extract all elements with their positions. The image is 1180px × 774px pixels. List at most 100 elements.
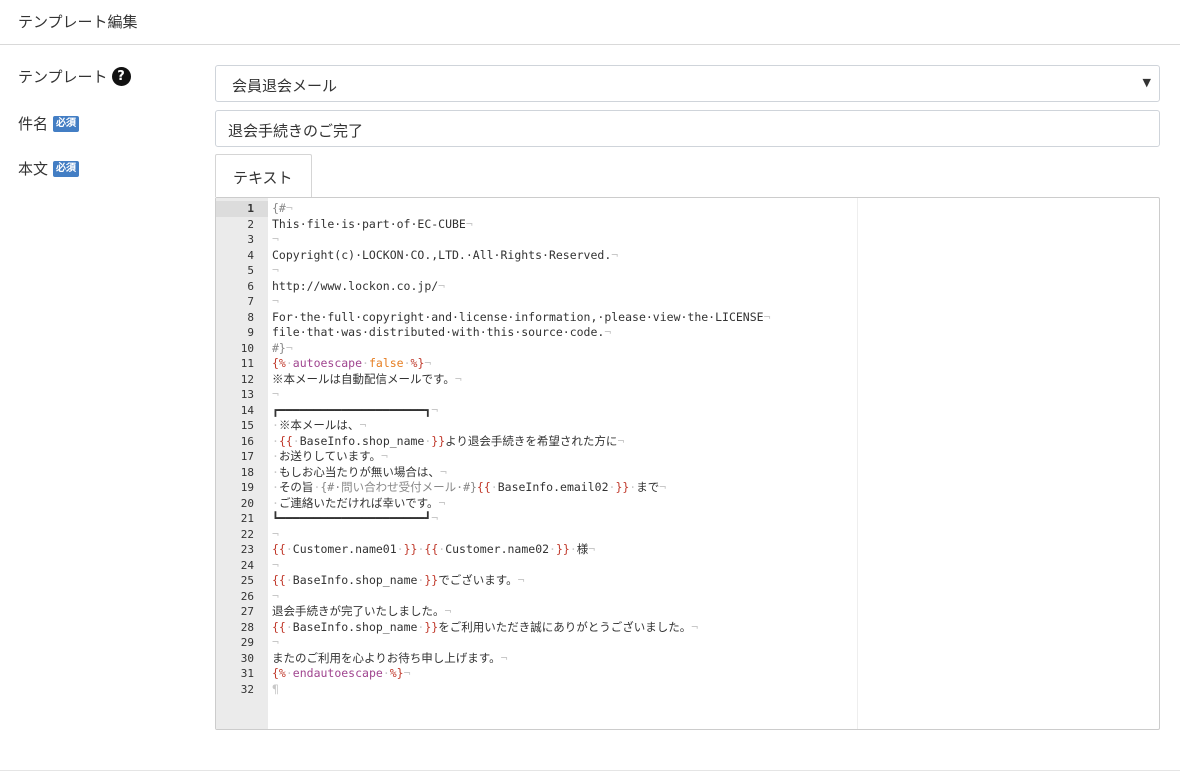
eol-marker: ¬ (444, 604, 452, 618)
eol-marker: ¬ (517, 573, 525, 587)
line-number: 30 (240, 651, 254, 665)
chevron-down-icon: ▼ (1142, 76, 1151, 89)
line-number: 26 (240, 589, 254, 603)
eol-marker: ¬ (272, 557, 279, 572)
eol-marker: ¬ (431, 402, 439, 417)
code-line[interactable]: 7 ¬ (216, 294, 1159, 310)
line-number: 19 (240, 481, 254, 494)
code-token: もしお心当たりが無い場合は、 (278, 464, 440, 479)
code-line[interactable]: 12 ※本メールは自動配信メールです。¬ (216, 372, 1159, 388)
code-line[interactable]: 14 ┏━━━━━━━━━━━━━━━━━━━━━┓¬ (216, 403, 1159, 419)
page-header: テンプレート編集 (0, 0, 1180, 45)
code-token: ご連絡いただければ幸いです。 (278, 495, 439, 510)
eol-marker: ¬ (431, 511, 439, 525)
code-line[interactable]: 26 ¬ (216, 589, 1159, 605)
code-line[interactable]: 29 ¬ (216, 635, 1159, 651)
template-select[interactable]: 会員退会メール ▼ (215, 65, 1160, 102)
code-line[interactable]: 18 ·もしお心当たりが無い場合は、¬ (216, 465, 1159, 481)
code-token: お送りしています。 (278, 449, 381, 463)
eol-marker: ¬ (285, 201, 293, 215)
code-line[interactable]: 28 {{·BaseInfo.shop_name·}}をご利用いただき誠にありがと… (216, 620, 1159, 636)
code-line[interactable]: 10 #}¬ (216, 341, 1159, 357)
code-token: BaseInfo.email02 (497, 480, 609, 494)
code-token: For·the·full·copyright·and·license·infor… (272, 309, 764, 324)
code-token: ※本メールは自動配信メールです。 (272, 371, 455, 386)
code-text: ¬ (272, 527, 279, 543)
code-editor[interactable]: 1 {#¬ 2 This·file·is·part·of·EC-CUBE¬ 3 ¬ 4 Cop… (215, 197, 1160, 730)
code-line[interactable]: 8 For·the·full·copyright·and·license·info… (216, 310, 1159, 326)
code-line[interactable]: 25 {{·BaseInfo.shop_name·}}でございます。¬ (216, 573, 1159, 589)
code-line[interactable]: 9 file·that·was·distributed·with·this·sou… (216, 325, 1159, 341)
code-text: #}¬ (272, 341, 293, 357)
code-token: %} (410, 356, 425, 370)
eol-marker: ¬ (438, 495, 446, 510)
code-token: {{ (272, 542, 286, 556)
code-line[interactable]: 24 ¬ (216, 558, 1159, 574)
body-label: 本文 必須 (18, 158, 80, 179)
eol-marker: ¬ (454, 371, 462, 386)
code-line[interactable]: 6 http://www.lockon.co.jp/¬ (216, 279, 1159, 295)
eol-marker: ¬ (272, 263, 279, 277)
code-line[interactable]: 17 ·お送りしています。¬ (216, 449, 1159, 465)
code-text: For·the·full·copyright·and·license·infor… (272, 310, 771, 326)
code-line[interactable]: 1 {#¬ (216, 201, 1159, 217)
subject-label: 件名 必須 (18, 113, 80, 134)
code-token: · (569, 542, 577, 556)
code-line[interactable]: 16 ·{{·BaseInfo.shop_name·}}より退会手続きを希望された… (216, 434, 1159, 450)
code-text: ·※本メールは、¬ (272, 418, 366, 434)
code-token: · (272, 480, 279, 494)
eol-marker: ¬ (403, 666, 411, 680)
code-text: Copyright(c)·LOCKON·CO.,LTD.·All·Rights·… (272, 248, 618, 264)
code-line[interactable]: 22 ¬ (216, 527, 1159, 543)
code-text: http://www.lockon.co.jp/¬ (272, 279, 445, 295)
code-token: BaseInfo.shop_name (299, 433, 425, 448)
code-line[interactable]: 21 ┗━━━━━━━━━━━━━━━━━━━━━┛¬ (216, 511, 1159, 527)
code-token: }} (424, 573, 439, 587)
eol-marker: ¬ (285, 340, 293, 355)
code-token: · (362, 356, 369, 370)
code-token: }} (403, 542, 418, 556)
code-line[interactable]: 2 This·file·is·part·of·EC-CUBE¬ (216, 217, 1159, 233)
code-line[interactable]: 15 ·※本メールは、¬ (216, 418, 1159, 434)
code-token: · (490, 480, 498, 494)
code-line[interactable]: 11 {%·autoescape·false·%}¬ (216, 356, 1159, 372)
eol-marker: ¬ (424, 356, 432, 370)
code-line[interactable]: 30 またのご利用を心よりお待ち申し上げます。¬ (216, 651, 1159, 667)
help-icon[interactable]: ? (111, 67, 131, 86)
code-line[interactable]: 4 Copyright(c)·LOCKON·CO.,LTD.·All·Rights… (216, 248, 1159, 264)
template-label: テンプレート ? (18, 66, 131, 87)
line-number: 4 (247, 248, 254, 262)
code-token: 様 (576, 542, 589, 556)
eol-marker: ¬ (272, 526, 279, 541)
code-line[interactable]: 13 ¬ (216, 387, 1159, 403)
code-token: file·that·was·distributed·with·this·sour… (272, 325, 605, 339)
code-text: {{·BaseInfo.shop_name·}}をご利用いただき誠にありがとうご… (272, 620, 698, 636)
code-text: ·その旨·{#·問い合わせ受付メール·#}{{·BaseInfo.email02… (272, 480, 666, 496)
code-line[interactable]: 27 退会手続きが完了いたしました。¬ (216, 604, 1159, 620)
code-line[interactable]: 23 {{·Customer.name01·}}·{{·Customer.name… (216, 542, 1159, 558)
page-footer-divider (0, 770, 1180, 771)
line-number: 15 (240, 419, 254, 432)
eol-marker: ¬ (588, 542, 596, 556)
code-token: {{ (278, 433, 293, 448)
code-token: }} (555, 542, 570, 556)
code-line[interactable]: 31 {%·endautoescape·%}¬ (216, 666, 1159, 682)
line-number: 9 (247, 326, 254, 339)
code-line[interactable]: 3 ¬ (216, 232, 1159, 248)
code-line[interactable]: 5 ¬ (216, 263, 1159, 279)
code-line[interactable]: 19 ·その旨·{#·問い合わせ受付メール·#}{{·BaseInfo.email… (216, 480, 1159, 496)
subject-input[interactable]: 退会手続きのご完了 (215, 110, 1160, 147)
eol-marker: ¬ (611, 247, 619, 262)
line-number: 3 (247, 233, 254, 246)
tab-text[interactable]: テキスト (215, 154, 312, 197)
code-text: file·that·was·distributed·with·this·sour… (272, 325, 611, 341)
line-number: 10 (240, 341, 254, 355)
code-token: · (272, 418, 279, 432)
code-token: }} (615, 480, 630, 494)
code-text: ┏━━━━━━━━━━━━━━━━━━━━━┓¬ (272, 403, 438, 419)
code-line[interactable]: 32 ¶ (216, 682, 1159, 698)
code-text: ·もしお心当たりが無い場合は、¬ (272, 465, 447, 481)
line-number: 27 (240, 605, 254, 618)
code-text: ·ご連絡いただければ幸いです。¬ (272, 496, 445, 512)
code-line[interactable]: 20 ·ご連絡いただければ幸いです。¬ (216, 496, 1159, 512)
